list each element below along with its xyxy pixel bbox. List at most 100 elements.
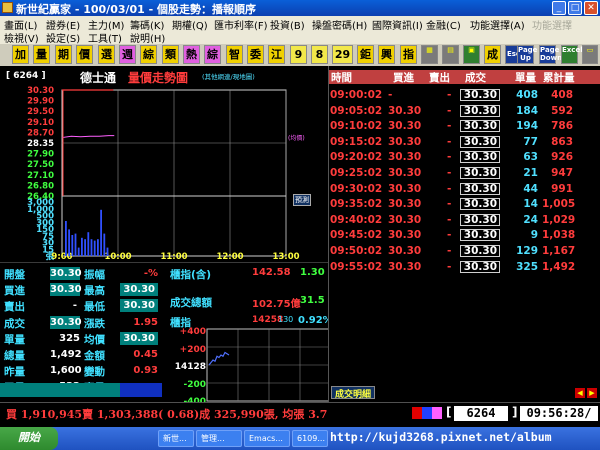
trade-row: 09:30:02 30.30-30.30 44 991: [330, 182, 573, 198]
scroll-right-icon[interactable]: ▶: [587, 388, 597, 398]
tb-volume[interactable]: 量: [33, 45, 50, 64]
menu-view[interactable]: 檢視(V): [4, 30, 39, 45]
minimize-icon[interactable]: _: [552, 1, 566, 15]
tb-composite[interactable]: 綜: [140, 45, 157, 64]
print-icon[interactable]: ▭: [582, 45, 598, 64]
menu-tools[interactable]: 工具(T): [88, 30, 122, 45]
trade-cum: 1,029: [542, 213, 576, 226]
menu-intl-info[interactable]: 國際資訊(I): [372, 17, 423, 32]
title-bar: 新世紀贏家 - 100/03/01 - 個股走勢：播報順序 _ □ ✕: [0, 0, 600, 16]
app-icon: [2, 2, 13, 13]
trade-row: 09:25:02 30.30-30.30 21 947: [330, 166, 573, 182]
menu-fx-rates[interactable]: 匯市利率(F): [214, 17, 268, 32]
tb-futures[interactable]: 期: [55, 45, 72, 64]
volume-bar: [87, 232, 90, 256]
excel-button[interactable]: Excel: [561, 45, 583, 64]
trade-time: 09:20:02: [330, 151, 383, 164]
trade-price: 30.30: [460, 151, 500, 164]
tb-category[interactable]: 類: [162, 45, 179, 64]
quote-label: 昨量: [4, 366, 25, 379]
tb-29[interactable]: 29: [332, 45, 353, 64]
trade-bid: 30.30: [388, 198, 422, 211]
trade-row: 09:45:02 30.30-30.30 9 1,038: [330, 228, 575, 244]
trade-time: 09:55:02: [330, 260, 383, 273]
price-tick: 29.90: [27, 97, 54, 107]
grid-icon[interactable]: ▤: [442, 45, 459, 64]
task-4[interactable]: 6109...: [292, 430, 328, 447]
start-button[interactable]: 開始: [0, 427, 58, 450]
trade-ask: -: [447, 89, 452, 101]
index-tick: +400: [179, 327, 206, 337]
price-tick: 29.10: [27, 118, 54, 128]
task-2[interactable]: 管理...: [196, 430, 242, 447]
trade-bid: 30.30: [388, 151, 422, 164]
tb-trade[interactable]: 成: [484, 45, 501, 64]
tb-add[interactable]: 加: [12, 45, 29, 64]
tb-8[interactable]: 8: [311, 45, 328, 64]
tb-giant[interactable]: 鉅: [357, 45, 374, 64]
trade-detail-tab[interactable]: 成交明細: [331, 386, 376, 400]
index-chart: [206, 328, 332, 402]
tb-index[interactable]: 指: [400, 45, 417, 64]
tb-9[interactable]: 9: [290, 45, 307, 64]
task-1[interactable]: 新世...: [158, 430, 194, 447]
time-tick: 10:00: [104, 252, 131, 262]
time-tick: 13:00: [272, 252, 299, 262]
quote-mid-value: 0.45: [133, 349, 158, 360]
tb-price[interactable]: 價: [76, 45, 93, 64]
quote-right-value: 142.58: [252, 267, 291, 278]
trade-ask: -: [447, 104, 452, 117]
quote-label: 成交: [4, 317, 25, 330]
trade-time: 09:30:02: [330, 182, 383, 195]
tb-composite-2[interactable]: 綜: [204, 45, 221, 64]
volume-bar: [97, 239, 99, 256]
scroll-left-icon[interactable]: ◀: [575, 388, 585, 398]
volume-bar: [81, 237, 83, 256]
code-input[interactable]: 6264: [454, 406, 508, 421]
page-up-button[interactable]: Page Up: [517, 45, 537, 64]
time-tick: 12:00: [216, 252, 243, 262]
tb-prosper[interactable]: 興: [378, 45, 395, 64]
trade-cum: 1,005: [542, 198, 576, 211]
quote-right-label: 櫃指(含): [170, 269, 212, 281]
menu-function-select-disabled: 功能選擇: [532, 21, 572, 32]
menu-finance[interactable]: 金融(C): [426, 17, 461, 32]
maximize-icon[interactable]: □: [568, 1, 582, 15]
trade-cum: 863: [551, 135, 573, 148]
trade-cum: 947: [551, 167, 573, 179]
tb-week[interactable]: 週: [119, 45, 136, 64]
volume-bar: [93, 240, 96, 256]
trade-row: 09:05:02 30.30-30.30 184 592: [330, 104, 573, 120]
volume-bar: [100, 209, 102, 256]
trade-vol: 408: [516, 89, 538, 101]
code-bracket: [: [446, 405, 452, 419]
tb-select[interactable]: 選: [98, 45, 115, 64]
quote-value: 1,600: [50, 365, 82, 377]
menu-trading-password[interactable]: 操盤密碼(H): [312, 17, 367, 32]
trade-bid: -: [388, 89, 393, 101]
menu-function-select[interactable]: 功能選擇(A): [470, 17, 525, 32]
menu-help[interactable]: 說明(H): [130, 30, 165, 45]
trade-price: 30.30: [460, 120, 500, 133]
report-icon[interactable]: ▣: [463, 45, 480, 64]
page-down-button[interactable]: Page Down: [539, 45, 562, 64]
price-tick: 27.50: [27, 160, 54, 170]
tb-order[interactable]: 委: [247, 45, 264, 64]
trade-price: 30.30: [460, 260, 500, 273]
chart-icon[interactable]: ▦: [421, 45, 438, 64]
volume-bar: [103, 233, 106, 256]
quote-right-change: 31.5: [300, 295, 325, 306]
task-3[interactable]: Emacs...: [244, 430, 290, 447]
price-tick: 27.10: [27, 171, 54, 181]
tb-river[interactable]: 江: [268, 45, 285, 64]
tb-hot[interactable]: 熱: [183, 45, 200, 64]
quote-value: 325: [59, 332, 80, 344]
quote-mid-label: 均價: [84, 333, 105, 346]
menu-settings[interactable]: 設定(S): [46, 30, 80, 45]
menu-investment[interactable]: 投資(B): [270, 17, 305, 32]
trade-row: 09:10:02 30.30-30.30 194 786: [330, 119, 573, 135]
tb-smart[interactable]: 智: [226, 45, 243, 64]
close-icon[interactable]: ✕: [584, 1, 598, 15]
menu-futures-options[interactable]: 期權(Q): [172, 17, 208, 32]
trade-time: 09:10:02: [330, 120, 383, 133]
